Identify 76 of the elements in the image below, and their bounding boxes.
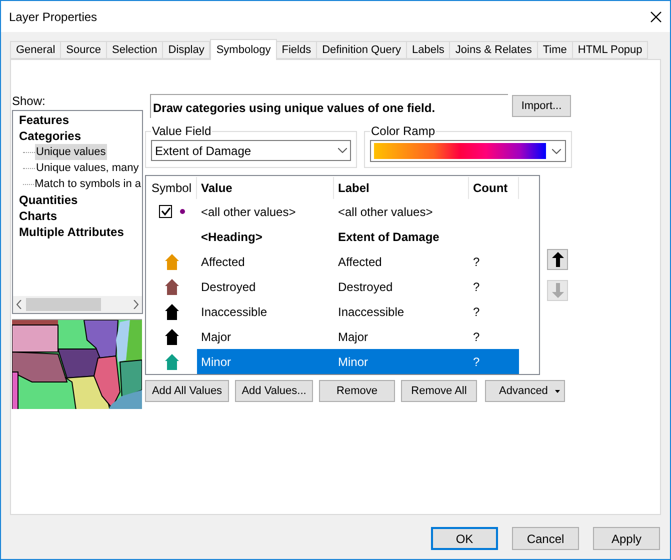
color-ramp-dropdown[interactable]	[370, 140, 566, 162]
action-button[interactable]: Remove	[319, 380, 395, 402]
tab[interactable]: HTML Popup	[572, 41, 648, 59]
tab[interactable]: Joins & Relates	[450, 41, 538, 59]
tree-item[interactable]: Multiple Attributes	[19, 224, 142, 240]
table-cell-text: Affected	[200, 254, 246, 270]
tree-item[interactable]: Categories	[19, 128, 142, 144]
window-title: Layer Properties	[9, 8, 98, 26]
move-up-button[interactable]	[547, 249, 568, 270]
down-arrow-icon	[552, 283, 564, 298]
table-row[interactable]: Destroyed Destroyed ?	[147, 274, 539, 299]
group-label: Color Ramp	[370, 123, 436, 140]
column-header[interactable]: Label	[334, 177, 469, 199]
table-cell-text: ?	[472, 254, 481, 270]
table-cell-text: <all other values>	[337, 204, 434, 220]
table-row[interactable]: Minor Minor ?	[147, 349, 539, 374]
dialog-button[interactable]: Cancel	[512, 527, 579, 550]
dialog-button[interactable]: Apply	[593, 527, 660, 550]
check-icon	[160, 207, 170, 216]
table-row[interactable]: Inaccessible Inaccessible ?	[147, 299, 539, 324]
dialog-button[interactable]: OK	[431, 527, 498, 550]
tree-item[interactable]: Unique values	[35, 144, 107, 160]
table-cell-text: Destroyed	[200, 278, 257, 296]
scrollbar-thumb[interactable]	[26, 298, 101, 311]
table-row[interactable]: <Heading> Extent of Damage	[147, 224, 539, 249]
tab[interactable]: General	[10, 41, 62, 59]
caret-icon	[555, 390, 560, 392]
table-cell-text: ?	[472, 304, 481, 320]
table-row[interactable]: Affected Affected ?	[147, 249, 539, 274]
value-field-dropdown[interactable]: Extent of Damage	[151, 140, 351, 161]
description-text: Draw categories using unique values of one field.	[150, 94, 508, 118]
column-header[interactable]: Value	[197, 177, 334, 199]
tab[interactable]: Source	[61, 41, 107, 59]
action-button[interactable]: Remove All	[401, 380, 477, 402]
table-cell-text: Major	[337, 328, 370, 346]
tree-item[interactable]: Unique values, many	[35, 160, 140, 176]
table-cell-text: Major	[200, 328, 232, 346]
column-header[interactable]: Symbol	[147, 177, 197, 199]
tab[interactable]: Selection	[107, 41, 164, 59]
column-header[interactable]: Count	[469, 177, 519, 199]
table-cell: ?	[469, 349, 519, 374]
table-row[interactable]: Major Major ?	[147, 324, 539, 349]
close-icon[interactable]	[650, 10, 662, 22]
table-cell-text: <all other values>	[200, 204, 297, 220]
checkbox[interactable]	[159, 205, 172, 218]
tab[interactable]: Fields	[276, 41, 318, 59]
tree-item[interactable]: Quantities	[19, 192, 142, 208]
table-cell-text: Destroyed	[337, 278, 394, 296]
tree-item[interactable]: Charts	[19, 208, 142, 224]
tab[interactable]: Symbology	[210, 39, 277, 60]
tab[interactable]: Display	[163, 41, 210, 59]
tab[interactable]: Definition Query	[317, 41, 407, 59]
tab[interactable]: Labels	[406, 41, 450, 59]
table-cell-text: Affected	[337, 254, 383, 270]
tree-item[interactable]: Match to symbols in a	[34, 176, 142, 192]
table-cell: Minor	[334, 349, 469, 374]
up-arrow-icon	[552, 252, 564, 267]
action-button[interactable]: Add All Values	[145, 380, 229, 402]
show-label: Show:	[12, 94, 46, 108]
table-cell-text: Inaccessible	[337, 304, 406, 320]
scrollbar[interactable]	[13, 296, 142, 313]
table-cell-text: <Heading>	[200, 228, 264, 246]
table-cell-text: Inaccessible	[200, 304, 268, 320]
chevron-down-icon	[552, 148, 561, 154]
chevron-down-icon	[338, 148, 347, 153]
import-button[interactable]: Import...	[512, 95, 571, 117]
table-cell-text: ?	[472, 328, 481, 346]
table-row[interactable]: <all other values> <all other values>	[147, 199, 539, 224]
table-cell: Minor	[197, 349, 334, 374]
advanced-button[interactable]: Advanced	[485, 380, 565, 402]
table-cell-text: ?	[472, 278, 481, 296]
action-button[interactable]: Add Values...	[235, 380, 313, 402]
tab[interactable]: Time	[538, 41, 573, 59]
tree-item[interactable]: Features	[19, 112, 142, 128]
group-label: Value Field	[151, 123, 212, 140]
table-cell-text: Extent of Damage	[337, 228, 440, 246]
